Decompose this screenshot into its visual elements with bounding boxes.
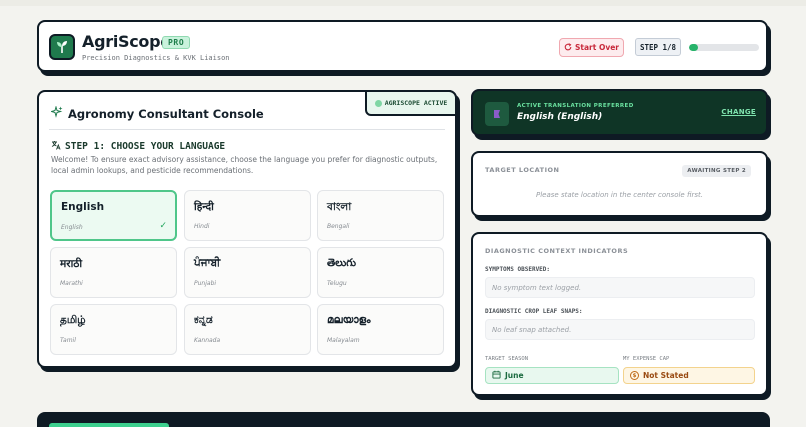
language-name: தமிழ்: [60, 314, 86, 326]
language-subtitle: Tamil: [60, 337, 76, 344]
check-icon: ✓: [159, 221, 167, 231]
step-description: Welcome! To ensure exact advisory assist…: [51, 155, 438, 175]
leaf-snaps-box: No leaf snap attached.: [485, 319, 755, 340]
top-strip: [0, 0, 806, 6]
diagnostic-context-label: DIAGNOSTIC CONTEXT INDICATORS: [485, 247, 629, 255]
language-option-kannada[interactable]: ಕನ್ನಡ Kannada: [184, 304, 311, 355]
language-icon: [485, 102, 509, 126]
status-tag: AGRISCOPE ACTIVE: [365, 90, 457, 116]
brand-name: AgriScope: [82, 32, 171, 51]
language-subtitle: Bengali: [327, 223, 350, 230]
language-option-malayalam[interactable]: മലയാളം Malayalam: [317, 304, 444, 355]
expense-value: Not Stated: [643, 371, 689, 380]
language-option-telugu[interactable]: తెలుగు Telugu: [317, 247, 444, 298]
language-subtitle: Punjabi: [194, 280, 217, 287]
language-option-hindi[interactable]: हिन्दी Hindi: [184, 190, 311, 241]
language-name: मराठी: [60, 258, 83, 270]
language-name: മലയാളം: [327, 314, 371, 326]
start-over-button[interactable]: Start Over: [559, 38, 624, 57]
sprout-logo-icon: [49, 34, 75, 60]
target-location-panel: TARGET LOCATION AWAITING STEP 2 Please s…: [471, 151, 768, 217]
refresh-icon: [564, 42, 572, 53]
tagline: Precision Diagnostics & KVK Liaison: [82, 54, 230, 62]
language-option-english[interactable]: English English ✓: [50, 190, 177, 241]
language-subtitle: English: [61, 224, 83, 231]
symptoms-label: SYMPTOMS OBSERVED:: [485, 266, 551, 273]
start-over-label: Start Over: [575, 43, 619, 52]
consultant-console: AGRISCOPE ACTIVE Agronomy Consultant Con…: [37, 90, 457, 368]
step-heading-text: STEP 1: CHOOSE YOUR LANGUAGE: [65, 141, 226, 152]
language-subtitle: Malayalam: [327, 337, 360, 344]
awaiting-badge: AWAITING STEP 2: [682, 165, 751, 177]
language-option-punjabi[interactable]: ਪੰਜਾਬੀ Punjabi: [184, 247, 311, 298]
app-header: AgriScope PRO Precision Diagnostics & KV…: [37, 20, 768, 72]
language-name: ਪੰਜਾਬੀ: [194, 257, 221, 269]
language-name: हिन्दी: [194, 201, 214, 213]
step-heading: STEP 1: CHOOSE YOUR LANGUAGE: [51, 140, 225, 153]
currency-icon: $: [630, 371, 639, 380]
calendar-icon: [492, 370, 501, 381]
symptoms-box: No symptom text logged.: [485, 277, 755, 298]
language-subtitle: Hindi: [194, 223, 210, 230]
location-hint: Please state location in the center cons…: [536, 191, 703, 199]
bottom-panel: [37, 412, 770, 427]
sparkles-icon: [49, 105, 63, 121]
progress-fill: [689, 44, 698, 51]
season-value: June: [505, 371, 524, 380]
status-tag-label: AGRISCOPE ACTIVE: [384, 99, 448, 107]
step-counter: STEP 1/8: [635, 38, 681, 56]
translation-value: English (English): [517, 112, 603, 122]
language-name: తెలుగు: [327, 257, 357, 269]
expense-label: MY EXPENSE CAP: [623, 356, 670, 362]
diagnostic-context-panel: DIAGNOSTIC CONTEXT INDICATORS SYMPTOMS O…: [471, 232, 768, 396]
leaf-snaps-label: DIAGNOSTIC CROP LEAF SNAPS:: [485, 308, 583, 315]
active-translation-panel: ACTIVE TRANSLATION PREFERRED English (En…: [471, 89, 768, 136]
bottom-accent: [49, 423, 169, 427]
language-option-marathi[interactable]: मराठी Marathi: [50, 247, 177, 298]
language-name: বাংলা: [327, 201, 352, 213]
change-language-link[interactable]: CHANGE: [721, 108, 756, 116]
language-name: English: [61, 201, 105, 213]
language-subtitle: Kannada: [194, 337, 221, 344]
progress-bar: [689, 44, 759, 51]
expense-pill: $ Not Stated: [623, 367, 755, 384]
season-label: TARGET SEASON: [485, 356, 529, 362]
console-title: Agronomy Consultant Console: [49, 105, 264, 121]
language-subtitle: Telugu: [327, 280, 347, 287]
language-name: ಕನ್ನಡ: [194, 314, 213, 326]
language-option-tamil[interactable]: தமிழ் Tamil: [50, 304, 177, 355]
translation-label: ACTIVE TRANSLATION PREFERRED: [517, 103, 634, 109]
status-dot-icon: [374, 99, 382, 107]
pro-badge: PRO: [162, 36, 191, 49]
season-pill: June: [485, 367, 619, 384]
console-title-text: Agronomy Consultant Console: [68, 106, 264, 121]
divider: [49, 129, 445, 130]
language-subtitle: Marathi: [60, 280, 83, 287]
target-location-label: TARGET LOCATION: [485, 166, 560, 174]
translate-icon: [51, 140, 61, 153]
language-option-bengali[interactable]: বাংলা Bengali: [317, 190, 444, 241]
